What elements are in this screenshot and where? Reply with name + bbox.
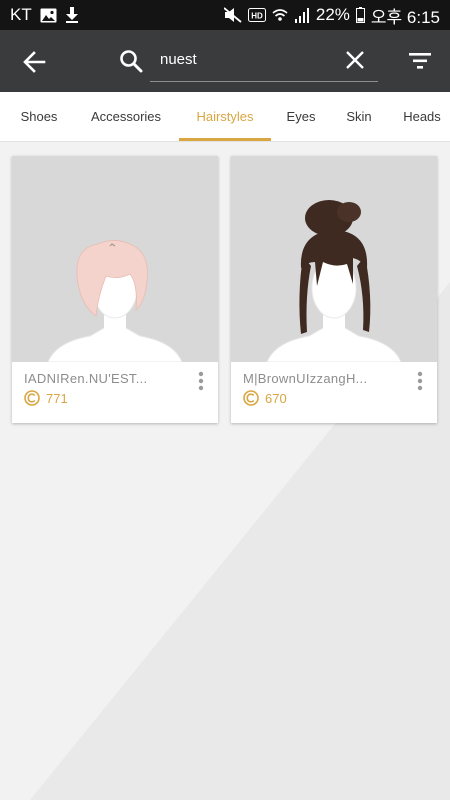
tab-eyes[interactable]: Eyes: [280, 92, 322, 141]
item-thumbnail: [12, 156, 218, 362]
tab-hairstyles[interactable]: Hairstyles: [179, 92, 271, 141]
filter-icon: [409, 53, 431, 69]
item-card[interactable]: IADNIRen.NU'EST... 771: [12, 156, 218, 423]
back-arrow-icon: [23, 51, 46, 73]
wifi-icon: [272, 8, 288, 23]
more-vertical-icon: [417, 371, 423, 391]
item-price: 670: [265, 390, 287, 406]
more-options-button[interactable]: [194, 370, 208, 392]
item-name: IADNIRen.NU'EST...: [24, 371, 148, 386]
back-button[interactable]: [20, 47, 50, 77]
search-header: [0, 30, 450, 92]
tab-label: Accessories: [90, 109, 162, 124]
battery-icon: [355, 7, 365, 23]
tab-label: Shoes: [20, 109, 58, 124]
filter-button[interactable]: [407, 50, 433, 72]
tab-label: Eyes: [286, 109, 316, 124]
close-icon: [346, 51, 364, 69]
tab-skin[interactable]: Skin: [337, 92, 381, 141]
tab-label: Skin: [346, 109, 372, 124]
more-vertical-icon: [198, 371, 204, 391]
coin-icon: [243, 390, 259, 406]
clear-search-button[interactable]: [342, 47, 368, 73]
svg-text:HD: HD: [251, 12, 263, 21]
signal-icon: [294, 7, 310, 23]
status-left: KT: [10, 5, 79, 25]
hd-icon: HD: [247, 8, 266, 22]
price-row: 771: [24, 390, 68, 406]
mute-icon: [223, 7, 242, 23]
search-icon: [118, 48, 144, 74]
item-name: M|BrownUIzzangH...: [243, 371, 368, 386]
download-icon: [65, 7, 79, 23]
price-row: 670: [243, 390, 287, 406]
tab-accessories[interactable]: Accessories: [84, 92, 168, 141]
item-thumbnail: [231, 156, 437, 362]
tab-heads[interactable]: Heads: [396, 92, 448, 141]
image-icon: [40, 8, 57, 23]
tab-shoes[interactable]: Shoes: [8, 92, 70, 141]
item-card[interactable]: M|BrownUIzzangH... 670: [231, 156, 437, 423]
tab-label: Hairstyles: [196, 109, 254, 124]
battery-percent: 22%: [315, 5, 350, 24]
status-right: HD 22% 오후 6:15: [223, 3, 440, 28]
tab-label: Heads: [403, 109, 441, 124]
coin-icon: [24, 390, 40, 406]
category-tabs: Shoes Accessories Hairstyles Eyes Skin H…: [0, 92, 450, 142]
more-options-button[interactable]: [413, 370, 427, 392]
item-price: 771: [46, 390, 68, 406]
status-bar: KT HD 22% 오후 6:15: [0, 0, 450, 30]
carrier-label: KT: [10, 5, 32, 24]
clock: 오후 6:15: [370, 7, 440, 27]
